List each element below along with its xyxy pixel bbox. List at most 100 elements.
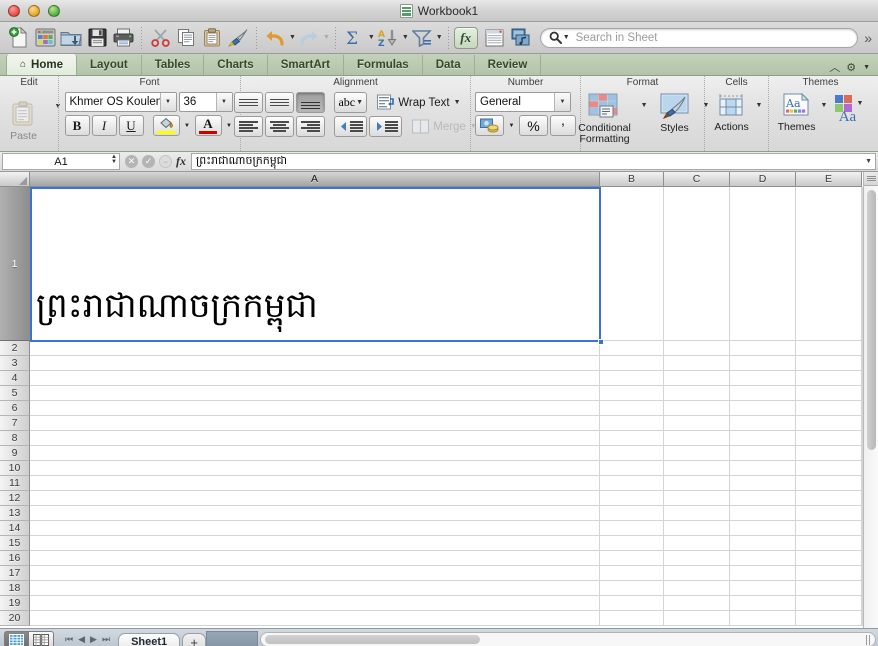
name-box-stepper[interactable]: ▲ ▼ [111,154,117,165]
cell-C20[interactable] [664,611,730,625]
tab-tables[interactable]: Tables [142,55,205,75]
redo-arrow-icon[interactable] [296,25,322,51]
grid-row[interactable] [30,491,863,506]
row-header-5[interactable]: 5 [0,386,30,401]
align-bottom-button[interactable] [296,92,326,113]
cell-E9[interactable] [796,446,862,460]
align-center-button[interactable] [265,116,295,137]
cell-E18[interactable] [796,581,862,595]
cell-D8[interactable] [730,431,796,445]
grid-row[interactable] [30,566,863,581]
formula-input[interactable]: ព្រះរាជាណាចក្រកម្ពុជា ▼ [191,153,876,170]
name-box[interactable]: A1 ▲ ▼ [2,153,120,170]
cell-A19[interactable] [30,596,600,610]
horizontal-scroll-thumb[interactable] [265,635,481,644]
nav-first-sheet-button[interactable]: ⏮ [65,634,73,645]
merge-button[interactable]: Merge ▼ [412,119,477,135]
row-header-14[interactable]: 14 [0,521,30,536]
align-left-button[interactable] [234,116,264,137]
grid-row[interactable] [30,551,863,566]
align-top-button[interactable] [234,92,264,113]
themes-button[interactable]: Aa Themes [777,93,817,133]
cell-A4[interactable] [30,371,600,385]
grid-row[interactable] [30,536,863,551]
cell-A15[interactable] [30,536,600,550]
media-browser-icon[interactable] [508,25,534,51]
comma-button[interactable]: , [550,113,576,136]
cell-E2[interactable] [796,341,862,355]
tab-smartart[interactable]: SmartArt [268,55,344,75]
cell-D10[interactable] [730,461,796,475]
row-header-2[interactable]: 2 [0,341,30,356]
grid-row[interactable] [30,521,863,536]
cell-E19[interactable] [796,596,862,610]
vertical-scrollbar[interactable] [863,172,878,628]
column-header-a[interactable]: A [30,172,600,187]
cell-D4[interactable] [730,371,796,385]
cell-B14[interactable] [600,521,664,535]
cell-C4[interactable] [664,371,730,385]
search-in-sheet-box[interactable]: ▼ Search in Sheet [539,27,859,48]
align-middle-button[interactable] [265,92,295,113]
conditional-formatting-dropdown-arrow[interactable]: ▼ [641,102,648,109]
grid-row[interactable] [30,416,863,431]
gear-icon[interactable]: ⚙ [846,61,856,74]
cell-A8[interactable] [30,431,600,445]
cell-D20[interactable] [730,611,796,625]
search-scope-dropdown-arrow[interactable]: ▼ [563,34,570,41]
cell-B17[interactable] [600,566,664,580]
cell-A12[interactable] [30,491,600,505]
cell-E6[interactable] [796,401,862,415]
grid-row[interactable] [30,371,863,386]
grid-row[interactable] [30,581,863,596]
page-layout-view-icon[interactable] [29,631,54,646]
cell-E8[interactable] [796,431,862,445]
tab-home[interactable]: ⌂ Home [6,54,77,75]
cell-E17[interactable] [796,566,862,580]
paintbrush-icon[interactable] [225,25,251,51]
cell-E12[interactable] [796,491,862,505]
underline-button[interactable]: U [118,115,144,136]
cell-B13[interactable] [600,506,664,520]
cell-C15[interactable] [664,536,730,550]
cell-A7[interactable] [30,416,600,430]
undo-dropdown-arrow[interactable]: ▼ [289,34,296,41]
cell-D18[interactable] [730,581,796,595]
nav-prev-sheet-button[interactable]: ◀ [78,634,85,645]
cell-A10[interactable] [30,461,600,475]
grid-row[interactable] [30,356,863,371]
cell-D14[interactable] [730,521,796,535]
formula-bar-dropdown-arrow[interactable]: ▼ [865,158,875,165]
cell-A17[interactable] [30,566,600,580]
row-header-17[interactable]: 17 [0,566,30,581]
font-color-button[interactable]: A [194,115,222,136]
column-header-b[interactable]: B [600,172,664,187]
cell-C8[interactable] [664,431,730,445]
cell-B12[interactable] [600,491,664,505]
gear-dropdown-arrow[interactable]: ▼ [863,64,870,71]
sigma-icon[interactable]: Σ [341,25,367,51]
cell-A18[interactable] [30,581,600,595]
cell-D15[interactable] [730,536,796,550]
cell-D9[interactable] [730,446,796,460]
undo-arrow-icon[interactable] [262,25,288,51]
align-right-button[interactable] [296,116,326,137]
grid-row[interactable] [30,341,863,356]
cell-C17[interactable] [664,566,730,580]
theme-colors-fonts-button[interactable]: ▼ Aa [830,93,864,126]
cell-B18[interactable] [600,581,664,595]
orientation-button[interactable]: abc ▼ [334,92,368,113]
cell-D2[interactable] [730,341,796,355]
cell-E16[interactable] [796,551,862,565]
increase-indent-button[interactable] [369,116,403,137]
cell-E10[interactable] [796,461,862,475]
row-header-12[interactable]: 12 [0,491,30,506]
cell-D12[interactable] [730,491,796,505]
vertical-scroll-thumb[interactable] [867,190,876,450]
cell-B15[interactable] [600,536,664,550]
nav-next-sheet-button[interactable]: ▶ [90,634,97,645]
sheet-tab-sheet1[interactable]: Sheet1 [118,633,181,646]
select-all-corner[interactable] [0,172,30,187]
bold-button[interactable]: B [64,115,90,136]
cell-B11[interactable] [600,476,664,490]
